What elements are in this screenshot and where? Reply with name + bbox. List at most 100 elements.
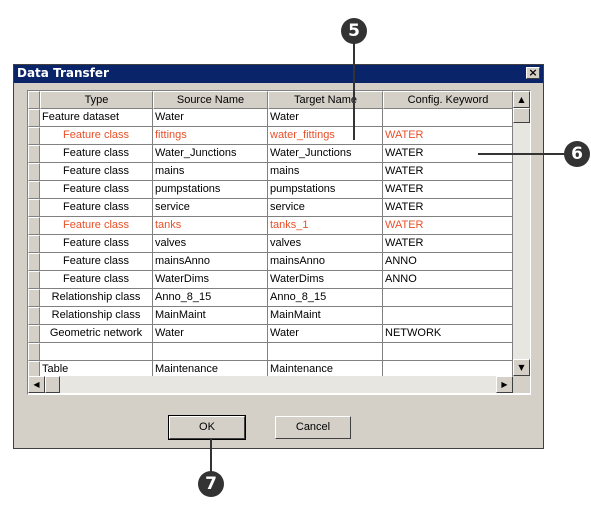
table-row[interactable]: Feature class Water_Junctions Water_Juncti…	[28, 145, 513, 163]
target-name-cell[interactable]: water_fittings	[268, 127, 383, 145]
config-keyword-cell[interactable]: WATER	[383, 181, 513, 199]
source-name-cell[interactable]: Anno_8_15	[153, 289, 268, 307]
title-bar[interactable]: Data Transfer ×	[14, 65, 543, 83]
table-row[interactable]: Geometric network Water Water NETWORK	[28, 325, 513, 343]
target-name-cell[interactable]: Maintenance	[268, 361, 383, 376]
table-row[interactable]: Feature dataset Water Water	[28, 109, 513, 127]
source-name-cell[interactable]: mainsAnno	[153, 253, 268, 271]
config-keyword-cell[interactable]: WATER	[383, 235, 513, 253]
source-name-cell[interactable]: valves	[153, 235, 268, 253]
table-row[interactable]: Feature class service service WATER	[28, 199, 513, 217]
column-header-config-keyword[interactable]: Config. Keyword	[383, 91, 513, 109]
target-name-cell[interactable]: Water_Junctions	[268, 145, 383, 163]
type-cell[interactable]: Geometric network	[40, 325, 153, 343]
config-keyword-cell[interactable]: ANNO	[383, 253, 513, 271]
target-name-cell[interactable]: Water	[268, 109, 383, 127]
row-selector[interactable]	[28, 109, 40, 127]
config-keyword-cell[interactable]	[383, 343, 513, 361]
target-name-cell[interactable]	[268, 343, 383, 361]
type-cell[interactable]: Feature class	[40, 181, 153, 199]
scroll-left-button[interactable]: ◀	[28, 376, 45, 393]
type-cell[interactable]: Feature class	[40, 253, 153, 271]
table-row[interactable]	[28, 343, 513, 361]
type-cell[interactable]: Relationship class	[40, 307, 153, 325]
type-cell[interactable]: Feature class	[40, 271, 153, 289]
scroll-up-button[interactable]: ▲	[513, 91, 530, 108]
type-cell[interactable]: Table	[40, 361, 153, 376]
type-cell[interactable]: Feature class	[40, 163, 153, 181]
source-name-cell[interactable]: Water_Junctions	[153, 145, 268, 163]
type-cell[interactable]: Feature class	[40, 145, 153, 163]
source-name-cell[interactable]: tanks	[153, 217, 268, 235]
row-selector[interactable]	[28, 343, 40, 361]
close-button[interactable]: ×	[526, 67, 540, 79]
target-name-cell[interactable]: service	[268, 199, 383, 217]
table-row[interactable]: Feature class mains mains WATER	[28, 163, 513, 181]
vertical-scroll-thumb[interactable]	[513, 108, 530, 123]
row-selector[interactable]	[28, 253, 40, 271]
table-row[interactable]: Table Maintenance Maintenance	[28, 361, 513, 376]
config-keyword-cell[interactable]: WATER	[383, 127, 513, 145]
source-name-cell[interactable]: WaterDims	[153, 271, 268, 289]
source-name-cell[interactable]: pumpstations	[153, 181, 268, 199]
column-header-target-name[interactable]: Target Name	[268, 91, 383, 109]
target-name-cell[interactable]: mains	[268, 163, 383, 181]
config-keyword-cell[interactable]: NETWORK	[383, 325, 513, 343]
row-selector[interactable]	[28, 307, 40, 325]
table-row[interactable]: Feature class tanks tanks_1 WATER	[28, 217, 513, 235]
source-name-cell[interactable]: mains	[153, 163, 268, 181]
row-selector[interactable]	[28, 145, 40, 163]
type-cell[interactable]	[40, 343, 153, 361]
horizontal-scrollbar[interactable]: ◀ ▶	[28, 376, 513, 393]
type-cell[interactable]: Feature class	[40, 199, 153, 217]
target-name-cell[interactable]: WaterDims	[268, 271, 383, 289]
table-row[interactable]: Feature class pumpstations pumpstations WAT…	[28, 181, 513, 199]
row-selector[interactable]	[28, 163, 40, 181]
target-name-cell[interactable]: mainsAnno	[268, 253, 383, 271]
vertical-scrollbar[interactable]: ▲ ▼	[513, 91, 530, 376]
scroll-right-button[interactable]: ▶	[496, 376, 513, 393]
table-row[interactable]: Relationship class Anno_8_15 Anno_8_15	[28, 289, 513, 307]
table-row[interactable]: Relationship class MainMaint MainMaint	[28, 307, 513, 325]
row-selector[interactable]	[28, 217, 40, 235]
source-name-cell[interactable]: fittings	[153, 127, 268, 145]
table-row[interactable]: Feature class mainsAnno mainsAnno ANNO	[28, 253, 513, 271]
config-keyword-cell[interactable]	[383, 361, 513, 376]
config-keyword-cell[interactable]: WATER	[383, 163, 513, 181]
target-name-cell[interactable]: pumpstations	[268, 181, 383, 199]
source-name-cell[interactable]: MainMaint	[153, 307, 268, 325]
type-cell[interactable]: Relationship class	[40, 289, 153, 307]
row-selector[interactable]	[28, 271, 40, 289]
config-keyword-cell[interactable]	[383, 307, 513, 325]
table-row[interactable]: Feature class valves valves WATER	[28, 235, 513, 253]
source-name-cell[interactable]: service	[153, 199, 268, 217]
source-name-cell[interactable]: Water	[153, 109, 268, 127]
row-selector[interactable]	[28, 325, 40, 343]
row-selector[interactable]	[28, 235, 40, 253]
config-keyword-cell[interactable]	[383, 289, 513, 307]
table-row[interactable]: Feature class WaterDims WaterDims ANNO	[28, 271, 513, 289]
target-name-cell[interactable]: MainMaint	[268, 307, 383, 325]
type-cell[interactable]: Feature class	[40, 235, 153, 253]
column-header-type[interactable]: Type	[40, 91, 153, 109]
column-header-source-name[interactable]: Source Name	[153, 91, 268, 109]
cancel-button[interactable]: Cancel	[275, 416, 351, 439]
row-selector[interactable]	[28, 127, 40, 145]
row-selector[interactable]	[28, 199, 40, 217]
type-cell[interactable]: Feature class	[40, 217, 153, 235]
target-name-cell[interactable]: Anno_8_15	[268, 289, 383, 307]
config-keyword-cell[interactable]: WATER	[383, 217, 513, 235]
row-selector[interactable]	[28, 181, 40, 199]
source-name-cell[interactable]: Water	[153, 325, 268, 343]
ok-button[interactable]: OK	[168, 415, 246, 440]
type-cell[interactable]: Feature class	[40, 127, 153, 145]
target-name-cell[interactable]: Water	[268, 325, 383, 343]
config-keyword-cell[interactable]	[383, 109, 513, 127]
type-cell[interactable]: Feature dataset	[40, 109, 153, 127]
source-name-cell[interactable]: Maintenance	[153, 361, 268, 376]
target-name-cell[interactable]: tanks_1	[268, 217, 383, 235]
config-keyword-cell[interactable]: WATER	[383, 199, 513, 217]
source-name-cell[interactable]	[153, 343, 268, 361]
row-selector[interactable]	[28, 361, 40, 376]
target-name-cell[interactable]: valves	[268, 235, 383, 253]
